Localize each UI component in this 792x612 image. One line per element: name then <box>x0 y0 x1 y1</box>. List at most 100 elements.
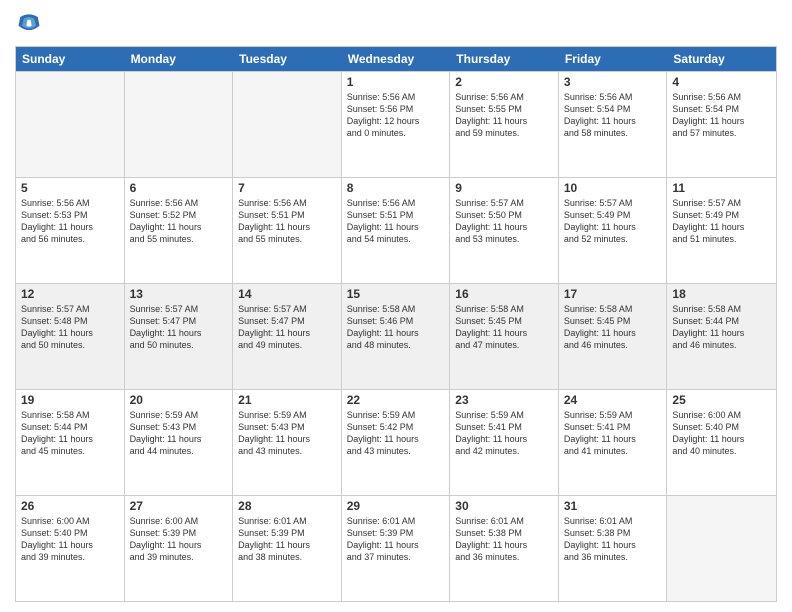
day-cell-24: 24 Sunrise: 5:59 AM Sunset: 5:41 PM Dayli… <box>559 390 668 495</box>
day-info: Sunrise: 6:01 AM Sunset: 5:38 PM Dayligh… <box>564 515 662 564</box>
day-number: 25 <box>672 393 771 407</box>
empty-cell-0-0 <box>16 72 125 177</box>
day-info: Sunrise: 5:59 AM Sunset: 5:41 PM Dayligh… <box>455 409 553 458</box>
day-number: 3 <box>564 75 662 89</box>
day-info: Sunrise: 6:00 AM Sunset: 5:39 PM Dayligh… <box>130 515 228 564</box>
day-number: 26 <box>21 499 119 513</box>
calendar-row-2: 5 Sunrise: 5:56 AM Sunset: 5:53 PM Daylig… <box>16 177 776 283</box>
header-day-saturday: Saturday <box>667 47 776 71</box>
day-number: 19 <box>21 393 119 407</box>
day-cell-30: 30Sunrise: 6:01 AM Sunset: 5:38 PM Dayli… <box>450 496 559 601</box>
day-cell-12: 12Sunrise: 5:57 AM Sunset: 5:48 PM Dayli… <box>16 284 125 389</box>
day-number: 13 <box>130 287 228 301</box>
day-number: 22 <box>347 393 445 407</box>
day-cell-29: 29 Sunrise: 6:01 AM Sunset: 5:39 PM Dayli… <box>342 496 451 601</box>
header <box>15 10 777 38</box>
day-info: Sunrise: 5:56 AM Sunset: 5:54 PM Dayligh… <box>564 91 662 140</box>
calendar-row-4: 19 Sunrise: 5:58 AM Sunset: 5:44 PM Dayli… <box>16 389 776 495</box>
day-info: Sunrise: 6:00 AM Sunset: 5:40 PM Dayligh… <box>672 409 771 458</box>
day-number: 9 <box>455 181 553 195</box>
day-cell-25: 25 Sunrise: 6:00 AM Sunset: 5:40 PM Dayli… <box>667 390 776 495</box>
logo <box>15 10 47 38</box>
header-day-wednesday: Wednesday <box>342 47 451 71</box>
calendar-body: 1Sunrise: 5:56 AM Sunset: 5:56 PM Daylig… <box>16 71 776 601</box>
day-info: Sunrise: 6:00 AM Sunset: 5:40 PM Dayligh… <box>21 515 119 564</box>
day-info: Sunrise: 5:58 AM Sunset: 5:44 PM Dayligh… <box>672 303 771 352</box>
day-cell-14: 14 Sunrise: 5:57 AM Sunset: 5:47 PM Dayli… <box>233 284 342 389</box>
day-cell-28: 28 Sunrise: 6:01 AM Sunset: 5:39 PM Dayli… <box>233 496 342 601</box>
day-cell-5: 5 Sunrise: 5:56 AM Sunset: 5:53 PM Daylig… <box>16 178 125 283</box>
day-number: 21 <box>238 393 336 407</box>
day-info: Sunrise: 5:57 AM Sunset: 5:47 PM Dayligh… <box>130 303 228 352</box>
calendar-row-1: 1Sunrise: 5:56 AM Sunset: 5:56 PM Daylig… <box>16 71 776 177</box>
day-number: 15 <box>347 287 445 301</box>
day-cell-2: 2 Sunrise: 5:56 AM Sunset: 5:55 PM Daylig… <box>450 72 559 177</box>
day-number: 4 <box>672 75 771 89</box>
day-cell-31: 31 Sunrise: 6:01 AM Sunset: 5:38 PM Dayli… <box>559 496 668 601</box>
day-info: Sunrise: 5:57 AM Sunset: 5:47 PM Dayligh… <box>238 303 336 352</box>
day-cell-1: 1Sunrise: 5:56 AM Sunset: 5:56 PM Daylig… <box>342 72 451 177</box>
day-info: Sunrise: 5:59 AM Sunset: 5:41 PM Dayligh… <box>564 409 662 458</box>
day-info: Sunrise: 5:59 AM Sunset: 5:43 PM Dayligh… <box>130 409 228 458</box>
header-day-monday: Monday <box>125 47 234 71</box>
day-number: 5 <box>21 181 119 195</box>
day-number: 8 <box>347 181 445 195</box>
day-number: 20 <box>130 393 228 407</box>
day-cell-6: 6Sunrise: 5:56 AM Sunset: 5:52 PM Daylig… <box>125 178 234 283</box>
day-cell-9: 9 Sunrise: 5:57 AM Sunset: 5:50 PM Daylig… <box>450 178 559 283</box>
day-info: Sunrise: 5:59 AM Sunset: 5:42 PM Dayligh… <box>347 409 445 458</box>
day-info: Sunrise: 5:56 AM Sunset: 5:51 PM Dayligh… <box>347 197 445 246</box>
day-number: 1 <box>347 75 445 89</box>
empty-cell-0-1 <box>125 72 234 177</box>
day-cell-17: 17Sunrise: 5:58 AM Sunset: 5:45 PM Dayli… <box>559 284 668 389</box>
header-day-thursday: Thursday <box>450 47 559 71</box>
empty-cell-4-6 <box>667 496 776 601</box>
day-cell-26: 26 Sunrise: 6:00 AM Sunset: 5:40 PM Dayli… <box>16 496 125 601</box>
day-info: Sunrise: 5:58 AM Sunset: 5:46 PM Dayligh… <box>347 303 445 352</box>
day-number: 31 <box>564 499 662 513</box>
day-number: 17 <box>564 287 662 301</box>
day-info: Sunrise: 5:59 AM Sunset: 5:43 PM Dayligh… <box>238 409 336 458</box>
day-cell-8: 8 Sunrise: 5:56 AM Sunset: 5:51 PM Daylig… <box>342 178 451 283</box>
calendar-row-3: 12Sunrise: 5:57 AM Sunset: 5:48 PM Dayli… <box>16 283 776 389</box>
calendar-row-5: 26 Sunrise: 6:00 AM Sunset: 5:40 PM Dayli… <box>16 495 776 601</box>
day-number: 7 <box>238 181 336 195</box>
day-info: Sunrise: 5:57 AM Sunset: 5:49 PM Dayligh… <box>672 197 771 246</box>
day-cell-10: 10Sunrise: 5:57 AM Sunset: 5:49 PM Dayli… <box>559 178 668 283</box>
day-info: Sunrise: 5:56 AM Sunset: 5:55 PM Dayligh… <box>455 91 553 140</box>
day-info: Sunrise: 5:58 AM Sunset: 5:44 PM Dayligh… <box>21 409 119 458</box>
header-day-friday: Friday <box>559 47 668 71</box>
day-info: Sunrise: 6:01 AM Sunset: 5:38 PM Dayligh… <box>455 515 553 564</box>
day-number: 24 <box>564 393 662 407</box>
day-info: Sunrise: 6:01 AM Sunset: 5:39 PM Dayligh… <box>347 515 445 564</box>
day-info: Sunrise: 5:56 AM Sunset: 5:53 PM Dayligh… <box>21 197 119 246</box>
day-info: Sunrise: 5:56 AM Sunset: 5:51 PM Dayligh… <box>238 197 336 246</box>
day-info: Sunrise: 5:57 AM Sunset: 5:48 PM Dayligh… <box>21 303 119 352</box>
header-day-sunday: Sunday <box>16 47 125 71</box>
day-cell-19: 19 Sunrise: 5:58 AM Sunset: 5:44 PM Dayli… <box>16 390 125 495</box>
day-number: 23 <box>455 393 553 407</box>
day-cell-21: 21 Sunrise: 5:59 AM Sunset: 5:43 PM Dayli… <box>233 390 342 495</box>
day-cell-13: 13 Sunrise: 5:57 AM Sunset: 5:47 PM Dayli… <box>125 284 234 389</box>
day-number: 28 <box>238 499 336 513</box>
day-cell-11: 11 Sunrise: 5:57 AM Sunset: 5:49 PM Dayli… <box>667 178 776 283</box>
day-number: 29 <box>347 499 445 513</box>
day-number: 18 <box>672 287 771 301</box>
day-number: 14 <box>238 287 336 301</box>
day-cell-15: 15 Sunrise: 5:58 AM Sunset: 5:46 PM Dayli… <box>342 284 451 389</box>
day-cell-27: 27Sunrise: 6:00 AM Sunset: 5:39 PM Dayli… <box>125 496 234 601</box>
day-info: Sunrise: 6:01 AM Sunset: 5:39 PM Dayligh… <box>238 515 336 564</box>
day-number: 11 <box>672 181 771 195</box>
day-number: 6 <box>130 181 228 195</box>
day-cell-3: 3 Sunrise: 5:56 AM Sunset: 5:54 PM Daylig… <box>559 72 668 177</box>
day-cell-22: 22 Sunrise: 5:59 AM Sunset: 5:42 PM Dayli… <box>342 390 451 495</box>
day-cell-20: 20 Sunrise: 5:59 AM Sunset: 5:43 PM Dayli… <box>125 390 234 495</box>
day-cell-16: 16Sunrise: 5:58 AM Sunset: 5:45 PM Dayli… <box>450 284 559 389</box>
empty-cell-0-2 <box>233 72 342 177</box>
day-number: 16 <box>455 287 553 301</box>
day-number: 2 <box>455 75 553 89</box>
logo-icon <box>15 10 43 38</box>
day-info: Sunrise: 5:57 AM Sunset: 5:50 PM Dayligh… <box>455 197 553 246</box>
day-number: 10 <box>564 181 662 195</box>
day-info: Sunrise: 5:56 AM Sunset: 5:54 PM Dayligh… <box>672 91 771 140</box>
